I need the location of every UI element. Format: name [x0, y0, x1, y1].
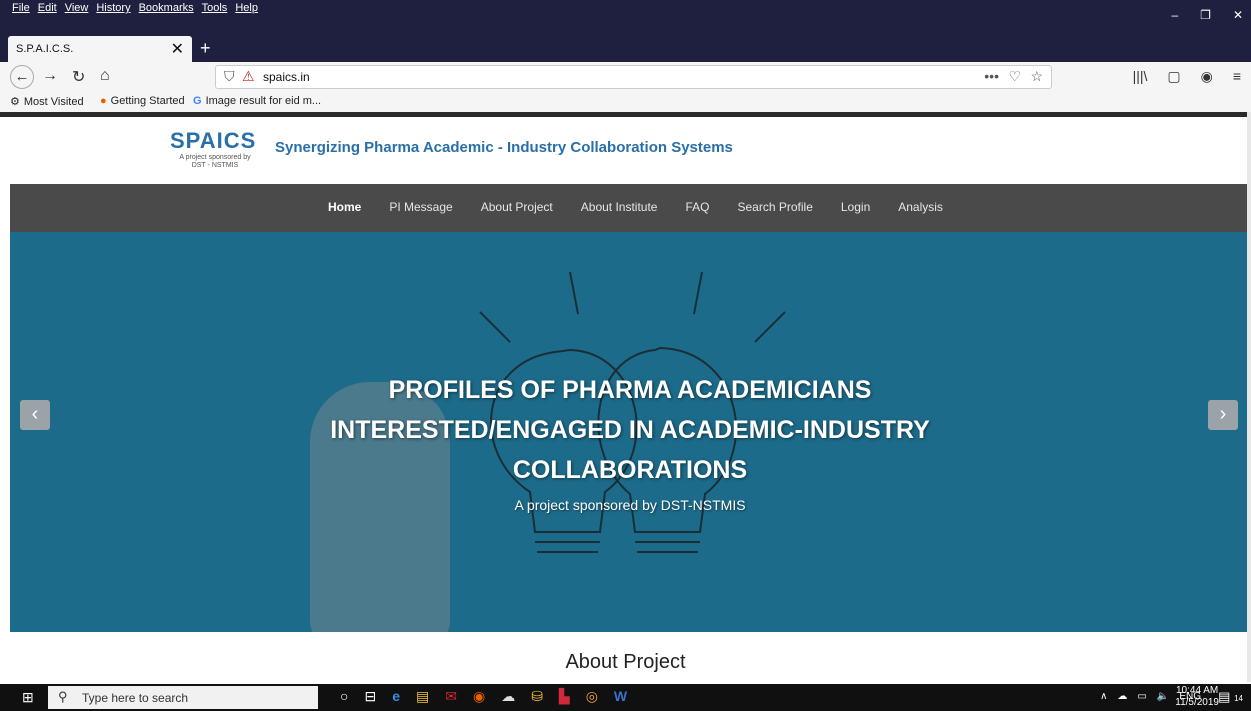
- mail-icon[interactable]: ✉: [445, 688, 457, 705]
- hero-title: PROFILES OF PHARMA ACADEMICIANS INTEREST…: [330, 376, 930, 484]
- menu-edit[interactable]: Edit: [38, 2, 57, 14]
- hero-carousel: PROFILES OF PHARMA ACADEMICIANS INTEREST…: [10, 232, 1249, 632]
- nav-home[interactable]: Home: [328, 200, 361, 214]
- clock-date: 11/5/2019: [1175, 697, 1219, 708]
- hero-subtitle: A project sponsored by DST-NSTMIS: [514, 497, 746, 513]
- new-tab-icon[interactable]: +: [200, 38, 211, 59]
- search-placeholder: Type here to search: [82, 691, 189, 705]
- chrome-icon[interactable]: ◎: [586, 688, 598, 705]
- firefox-icon: ●: [100, 95, 107, 107]
- account-icon[interactable]: ◉: [1201, 68, 1213, 85]
- battery-icon[interactable]: ▭: [1137, 691, 1146, 702]
- site-navbar: Home PI Message About Project About Inst…: [10, 184, 1249, 232]
- nav-about-institute[interactable]: About Institute: [581, 200, 658, 214]
- nav-about-project[interactable]: About Project: [481, 200, 553, 214]
- about-project-heading: About Project: [565, 651, 686, 673]
- bookmark-label: Most Visited: [23, 95, 84, 108]
- bookmarks-toolbar: ⚙ Most Visited ● Getting Started G Image…: [0, 92, 1251, 112]
- sidebar-icon[interactable]: ▢: [1167, 68, 1180, 85]
- page-scrollbar[interactable]: [1247, 112, 1251, 682]
- task-view-icon[interactable]: ⊟: [364, 688, 376, 705]
- bookmark-label: Image result for eid m...: [205, 95, 322, 107]
- windows-taskbar: ⊞ ⚲ Type here to search ○ ⊟ e ▤ ✉ ◉ ☁ ⛁ …: [0, 684, 1251, 711]
- logo-sub2: DST - NSTMIS: [191, 162, 239, 169]
- word-icon[interactable]: W: [614, 688, 627, 705]
- bookmark-star-icon[interactable]: ☆: [1030, 68, 1043, 85]
- shield-icon[interactable]: ⛉: [224, 68, 235, 85]
- volume-icon[interactable]: 🔈: [1157, 691, 1169, 702]
- menu-history[interactable]: History: [96, 2, 130, 14]
- tab-spaics[interactable]: S.P.A.I.C.S. ✕: [8, 36, 192, 62]
- logo-sub1: A project sponsored by: [179, 154, 251, 161]
- hamburger-menu-icon[interactable]: ≡: [1233, 68, 1241, 85]
- site-logo[interactable]: SPAICS A project sponsored by DST - NSTM…: [170, 128, 260, 170]
- tab-title: S.P.A.I.C.S.: [16, 43, 74, 55]
- search-icon: ⚲: [58, 689, 68, 704]
- bookmark-label: Getting Started: [110, 95, 185, 107]
- firefox-taskbar-icon[interactable]: ◉: [473, 688, 485, 705]
- bookmark-getting-started[interactable]: ● Getting Started: [100, 95, 185, 107]
- site-top-strip: [0, 112, 1251, 117]
- store-icon[interactable]: ⛁: [531, 688, 543, 705]
- nav-analysis[interactable]: Analysis: [898, 200, 943, 214]
- edge-icon[interactable]: e: [392, 688, 400, 705]
- url-bar[interactable]: ⛉ ⚠ spaics.in ••• ♡ ☆: [215, 65, 1052, 89]
- tray-chevron-icon[interactable]: ∧: [1100, 691, 1107, 702]
- cortana-icon[interactable]: ○: [340, 688, 348, 705]
- browser-navbar: ← → ↻ ⌂ ⛉ ⚠ spaics.in ••• ♡ ☆ |||\ ▢ ◉ ≡: [0, 62, 1251, 93]
- bookmark-most-visited[interactable]: ⚙ Most Visited: [10, 95, 84, 109]
- tab-strip: S.P.A.I.C.S. ✕ +: [0, 30, 1251, 62]
- back-icon[interactable]: ←: [10, 65, 34, 89]
- menu-bookmarks[interactable]: Bookmarks: [139, 2, 194, 14]
- notification-badge: 14: [1234, 694, 1243, 703]
- nav-faq[interactable]: FAQ: [685, 200, 709, 214]
- clock-time: 10:44 AM: [1175, 685, 1219, 696]
- carousel-next-button[interactable]: ›: [1208, 400, 1238, 430]
- nav-login[interactable]: Login: [841, 200, 870, 214]
- forward-icon[interactable]: →: [42, 67, 58, 85]
- nav-search-profile[interactable]: Search Profile: [738, 200, 813, 214]
- library-icon[interactable]: |||\: [1133, 68, 1148, 85]
- reload-icon[interactable]: ↻: [72, 67, 85, 87]
- menu-view[interactable]: View: [65, 2, 89, 14]
- insecure-lock-icon[interactable]: ⚠: [242, 68, 255, 85]
- notifications-icon[interactable]: ▤ 14: [1218, 689, 1243, 705]
- minimize-icon[interactable]: –: [1171, 8, 1178, 22]
- google-icon: G: [193, 95, 202, 107]
- notifications-glyph: ▤: [1218, 689, 1231, 704]
- pocket-icon[interactable]: ♡: [1008, 68, 1021, 85]
- bookmark-image-result[interactable]: G Image result for eid m...: [193, 95, 321, 107]
- nav-pi-message[interactable]: PI Message: [389, 200, 452, 214]
- url-text[interactable]: spaics.in: [263, 70, 310, 84]
- taskbar-clock[interactable]: 10:44 AM 11/5/2019: [1175, 685, 1219, 709]
- logo-title: SPAICS: [170, 128, 257, 153]
- site-tagline: Synergizing Pharma Academic - Industry C…: [275, 139, 733, 156]
- restore-icon[interactable]: ❐: [1200, 8, 1211, 22]
- weather-icon[interactable]: ☁: [1117, 691, 1127, 702]
- menu-tools[interactable]: Tools: [202, 2, 228, 14]
- menu-help[interactable]: Help: [235, 2, 258, 14]
- menu-file[interactable]: File: [12, 2, 30, 14]
- browser-menubar: File Edit View History Bookmarks Tools H…: [0, 0, 1251, 30]
- windows-start-icon[interactable]: ⊞: [22, 689, 34, 706]
- taskbar-search[interactable]: ⚲ Type here to search: [48, 686, 318, 709]
- close-window-icon[interactable]: ✕: [1233, 8, 1243, 22]
- tab-close-icon[interactable]: ✕: [171, 39, 184, 59]
- carousel-prev-button[interactable]: ‹: [20, 400, 50, 430]
- onedrive-icon[interactable]: ☁: [501, 688, 515, 705]
- page-actions-icon[interactable]: •••: [984, 68, 999, 84]
- file-explorer-icon[interactable]: ▤: [416, 688, 429, 705]
- gear-icon: ⚙: [10, 96, 20, 108]
- home-icon[interactable]: ⌂: [100, 67, 110, 85]
- pdf-icon[interactable]: ▙: [559, 688, 570, 705]
